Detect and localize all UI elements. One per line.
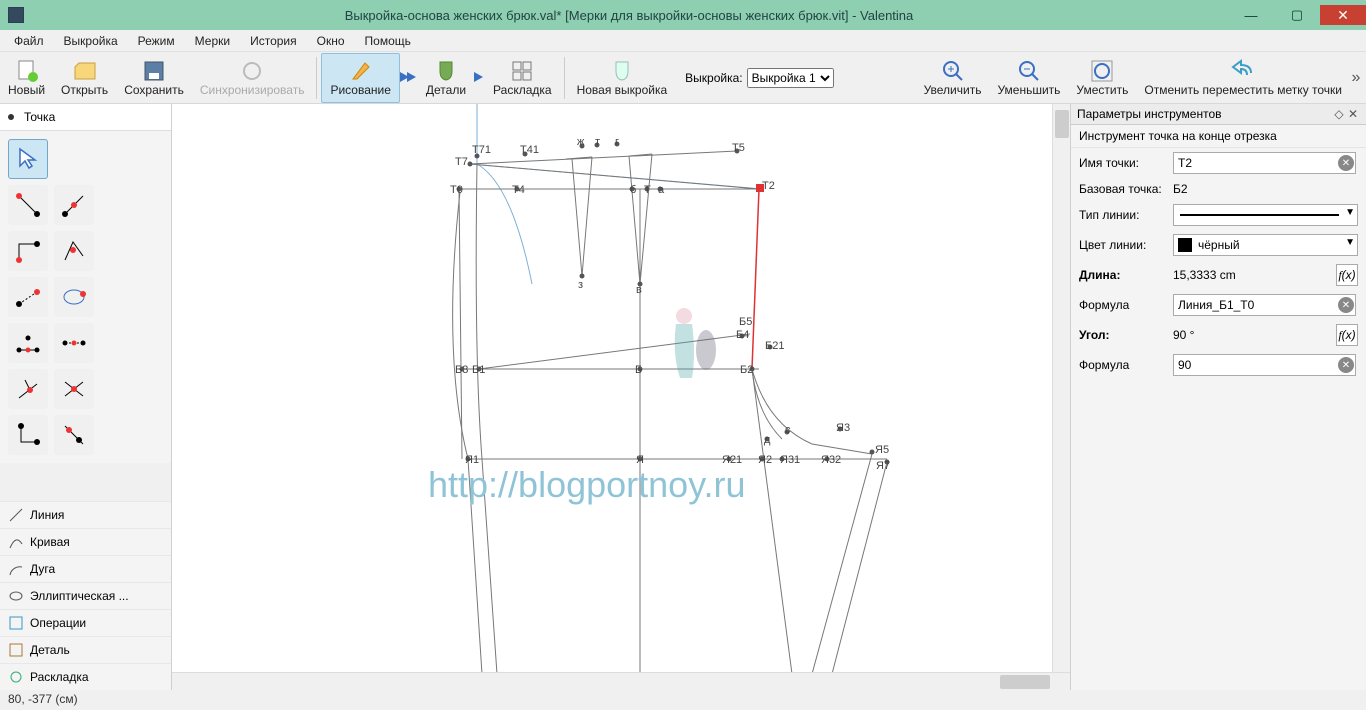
zoom-fit-icon [1090,59,1114,83]
properties-header: Параметры инструментов ◇ ✕ [1071,104,1366,125]
menu-mode[interactable]: Режим [128,32,185,50]
tool-shoulder[interactable] [8,277,48,317]
folder-open-icon [73,59,97,83]
category-line[interactable]: Линия [0,501,171,528]
main-area: Точка Линия Кривая Дуга Эллиптическая ..… [0,104,1366,690]
category-layout[interactable]: Раскладка [0,663,171,690]
draw-mode-button[interactable]: Рисование [321,53,399,103]
tool-perp[interactable] [54,415,94,455]
floppy-icon [142,59,166,83]
tool-cursor[interactable] [8,139,48,179]
tool-point-xy[interactable] [8,415,48,455]
menu-history[interactable]: История [240,32,307,50]
horizontal-scrollbar[interactable] [172,672,1070,690]
menu-measurements[interactable]: Мерки [185,32,240,50]
save-button[interactable]: Сохранить [116,53,192,103]
category-curve[interactable]: Кривая [0,528,171,555]
close-button[interactable]: ✕ [1320,5,1366,25]
layout-mode-button[interactable]: Раскладка [485,53,560,103]
panel-close-icon[interactable]: ✕ [1346,107,1360,121]
menubar: Файл Выкройка Режим Мерки История Окно П… [0,30,1366,52]
category-point[interactable]: Точка [0,104,171,131]
maximize-button[interactable]: ▢ [1274,5,1320,25]
new-button[interactable]: Новый [0,53,53,103]
left-panel: Точка Линия Кривая Дуга Эллиптическая ..… [0,104,172,690]
properties-panel: Параметры инструментов ◇ ✕ Инструмент то… [1070,104,1366,690]
category-detail[interactable]: Деталь [0,636,171,663]
pattern-selector: Выкройка: Выкройка 1 [685,68,833,88]
clear-icon[interactable]: ✕ [1338,357,1354,373]
new-pattern-button[interactable]: Новая выкройка [569,53,676,103]
point-tools-grid [0,131,171,463]
category-arc[interactable]: Дуга [0,555,171,582]
tool-along-line[interactable] [54,185,94,225]
formula-angle-input[interactable] [1173,354,1356,376]
undo-icon [1231,59,1255,83]
tool-normal[interactable] [8,231,48,271]
open-button[interactable]: Открыть [53,53,116,103]
category-elliptical[interactable]: Эллиптическая ... [0,582,171,609]
length-value: 15,3333 cm [1173,268,1330,282]
sync-button[interactable]: Синхронизировать [192,53,313,103]
zoom-in-icon [941,59,965,83]
line-type-dropdown[interactable]: ▼ [1173,204,1358,226]
tool-triangle[interactable] [8,323,48,363]
pattern-dropdown[interactable]: Выкройка 1 [747,68,834,88]
dock-undock-icon[interactable]: ◇ [1332,107,1346,121]
formula-length-input[interactable] [1173,294,1356,316]
new-pattern-icon [610,59,634,83]
minimize-button[interactable]: — [1228,5,1274,25]
watermark: http://blogportnoy.ru [428,464,746,506]
vertical-scrollbar[interactable] [1052,104,1070,672]
tool-bisector[interactable] [54,231,94,271]
menu-file[interactable]: Файл [4,32,54,50]
window-title: Выкройка-основа женских брюк.val* [Мерки… [30,8,1228,23]
arrow-icon [400,71,418,85]
canvas-wrap: Т7 Т71 Т41 ж т г Т5 Т0 Т4 б Т а Т2 з в Б… [172,104,1070,690]
formula-edit-button[interactable]: f(x) [1336,324,1358,346]
file-new-icon [15,59,39,83]
angle-value: 90 ° [1173,328,1330,342]
menu-window[interactable]: Окно [307,32,355,50]
sync-icon [240,59,264,83]
undo-button[interactable]: Отменить переместить метку точки [1136,53,1350,103]
zoom-in-button[interactable]: Увеличить [916,53,990,103]
app-icon [8,7,24,23]
cursor-icon [15,146,41,172]
detail-icon [434,59,458,83]
tool-subtitle: Инструмент точка на конце отрезка [1071,125,1366,148]
status-bar: 80, -377 (см) [0,690,1366,710]
tool-contact[interactable] [54,277,94,317]
category-operations[interactable]: Операции [0,609,171,636]
base-point-value: Б2 [1173,182,1188,196]
zoom-out-icon [1017,59,1041,83]
clear-icon[interactable]: ✕ [1338,155,1354,171]
details-mode-button[interactable]: Детали [418,53,474,103]
line-color-dropdown[interactable]: чёрный▼ [1173,234,1358,256]
toolbar-overflow[interactable]: » [1350,69,1366,87]
zoom-fit-button[interactable]: Уместить [1068,53,1136,103]
menu-pattern[interactable]: Выкройка [54,32,128,50]
point-name-input[interactable] [1173,152,1356,174]
pencil-icon [349,59,373,83]
tool-intersection[interactable] [54,323,94,363]
arrow-icon [474,71,485,85]
main-toolbar: Новый Открыть Сохранить Синхронизировать… [0,52,1366,104]
layout-icon [510,59,534,83]
menu-help[interactable]: Помощь [355,32,421,50]
clear-icon[interactable]: ✕ [1338,297,1354,313]
drawing-canvas[interactable]: Т7 Т71 Т41 ж т г Т5 Т0 Т4 б Т а Т2 з в Б… [172,104,1052,672]
tool-line-intersect[interactable] [54,369,94,409]
tool-height[interactable] [8,369,48,409]
titlebar: Выкройка-основа женских брюк.val* [Мерки… [0,0,1366,30]
formula-edit-button[interactable]: f(x) [1336,264,1358,286]
zoom-out-button[interactable]: Уменьшить [989,53,1068,103]
pattern-label: Выкройка: [685,71,742,85]
tool-endline[interactable] [8,185,48,225]
